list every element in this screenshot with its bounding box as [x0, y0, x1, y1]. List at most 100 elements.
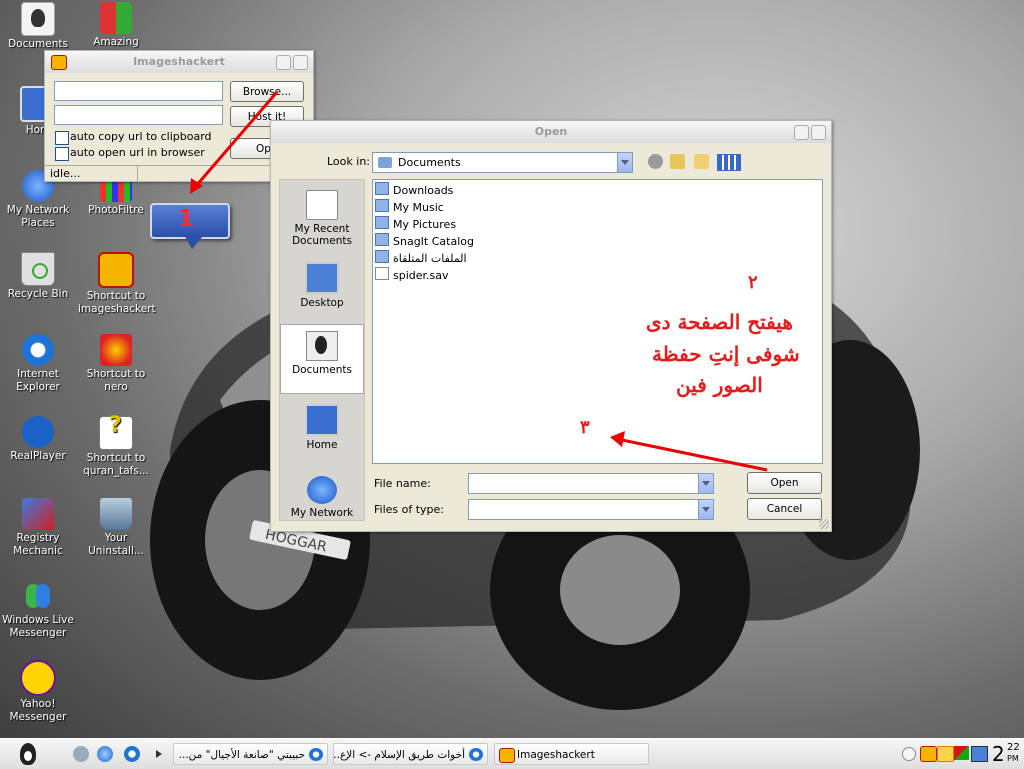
start-button[interactable] [14, 742, 42, 766]
place-label: My Recent Documents [292, 223, 352, 247]
desktop-icon-quran-shortcut[interactable]: ? Shortcut to quran_tafs... [78, 415, 154, 478]
desktop-icon-windows-live-messenger[interactable]: Windows Live Messenger [0, 580, 76, 640]
places-bar: My Recent Documents Desktop Documents Ho… [279, 179, 365, 521]
imageshackert-titlebar[interactable]: Imageshackert [45, 51, 313, 73]
system-tray: 2 22 PM [874, 739, 1024, 769]
files-of-type-label: Files of type: [374, 503, 445, 516]
back-arrow-icon[interactable] [648, 154, 663, 169]
task-label: حبيبتي "صانعة الأجيال" من... [178, 749, 305, 761]
imageshackert-title: Imageshackert [133, 55, 225, 68]
folder-icon [375, 182, 389, 195]
place-my-network[interactable]: My Network [280, 470, 364, 540]
auto-open-checkbox[interactable] [55, 147, 69, 161]
computer-icon [305, 404, 339, 436]
url-output-input[interactable] [54, 105, 223, 125]
list-item[interactable]: spider.sav [375, 267, 449, 284]
chevron-down-icon[interactable] [698, 474, 713, 493]
quick-launch-expand-icon[interactable] [156, 750, 162, 758]
desktop-icon-label: Internet Explorer [16, 368, 60, 393]
desktop-icon-label: Documents [8, 38, 68, 50]
help-button[interactable] [794, 125, 809, 140]
folder-icon [375, 250, 389, 263]
annotation-number-2: ٢ [748, 272, 758, 293]
place-label: My Network [290, 507, 354, 519]
look-in-label: Look in: [327, 155, 370, 168]
list-item[interactable]: My Pictures [375, 216, 456, 233]
desktop-icon-registry-mechanic[interactable]: Registry Mechanic [0, 498, 76, 558]
file-path-input[interactable] [54, 81, 223, 101]
desktop-icon-label: My Network Places [6, 204, 70, 229]
close-button[interactable] [811, 125, 826, 140]
tray-kaspersky-icon[interactable] [954, 746, 969, 760]
yahoo-smiley-icon [20, 660, 56, 696]
place-label: Home [306, 439, 338, 451]
taskbar-task-1[interactable]: حبيبتي "صانعة الأجيال" من... [173, 743, 328, 765]
auto-copy-checkbox[interactable] [55, 131, 69, 145]
cancel-button[interactable]: Cancel [747, 498, 822, 520]
desktop-icon-internet-explorer[interactable]: Internet Explorer [0, 334, 76, 394]
chevron-down-icon[interactable] [617, 153, 632, 172]
desktop-icon-recycle-bin[interactable]: Recycle Bin [0, 252, 76, 301]
desktop-icon-label: PhotoFiltre [88, 204, 144, 216]
chevron-down-icon[interactable] [698, 500, 713, 519]
place-my-recent-documents[interactable]: My Recent Documents [280, 184, 364, 254]
file-icon [375, 267, 389, 280]
callout-number: 1 [178, 206, 195, 232]
list-item[interactable]: الملفات المتلقاة [375, 250, 467, 267]
desktop-icon-amazing[interactable]: Amazing [78, 2, 154, 49]
desktop-icon-nero-shortcut[interactable]: Shortcut to nero [78, 334, 154, 394]
annotation-number-3: ٣ [580, 417, 590, 438]
documents-penguin-icon [306, 331, 338, 361]
desktop-icon-yahoo-messenger[interactable]: Yahoo! Messenger [0, 660, 76, 724]
look-in-value: Documents [398, 156, 461, 169]
close-button[interactable] [293, 55, 308, 70]
documents-icon [21, 2, 55, 36]
quick-launch-globe-icon[interactable] [97, 746, 113, 762]
desktop-icon-label: Recycle Bin [7, 288, 69, 300]
desktop-icon-your-uninstall[interactable]: Your Uninstall... [78, 498, 154, 558]
tray-collapse-icon[interactable] [902, 747, 916, 761]
quick-launch-ie-icon[interactable] [124, 746, 140, 762]
look-in-combo[interactable]: Documents [372, 152, 633, 173]
taskbar-task-imageshackert[interactable]: Imageshackert [494, 743, 649, 765]
place-desktop[interactable]: Desktop [280, 256, 364, 326]
clock-ampm: PM [1007, 754, 1019, 763]
file-name: SnagIt Catalog [393, 235, 474, 248]
folder-icon [375, 233, 389, 246]
penguin-start-icon [20, 743, 36, 765]
list-item[interactable]: My Music [375, 199, 444, 216]
open-button[interactable]: Open [747, 472, 822, 494]
open-dialog-title: Open [534, 125, 568, 138]
files-of-type-select[interactable] [468, 499, 714, 520]
browse-button[interactable]: Browse... [230, 81, 304, 102]
desktop-icon-label: Shortcut to nero [86, 368, 146, 393]
resize-grip-icon[interactable] [819, 519, 829, 529]
realplayer-icon [22, 416, 54, 448]
annotation-arabic-line3: الصور فين [676, 373, 763, 397]
place-home[interactable]: Home [280, 398, 364, 468]
file-name-input[interactable] [468, 473, 714, 494]
quick-launch-shield-icon[interactable] [73, 746, 89, 762]
tray-mail-icon[interactable] [937, 746, 954, 762]
task-label: أخوات طريق الإسلام -> الإع... [333, 749, 465, 761]
tray-imageshack-icon[interactable] [920, 746, 937, 762]
ie-page-icon [469, 748, 483, 761]
tray-network-icon[interactable] [971, 746, 988, 762]
desktop-icon-imageshackert-shortcut[interactable]: Shortcut to imageshackert [78, 252, 156, 316]
imageshack-icon [98, 252, 134, 288]
open-dialog-titlebar[interactable]: Open [271, 121, 831, 143]
new-folder-icon[interactable] [694, 154, 709, 169]
list-item[interactable]: Downloads [375, 182, 453, 199]
desktop-icon-documents[interactable]: Documents [0, 2, 76, 51]
amazing-icon [100, 2, 132, 34]
desktop-icon-label: Registry Mechanic [13, 532, 63, 557]
list-item[interactable]: SnagIt Catalog [375, 233, 474, 250]
view-menu-icon[interactable] [717, 154, 741, 171]
place-documents[interactable]: Documents [280, 324, 364, 394]
file-name: My Pictures [393, 218, 457, 231]
taskbar-task-2[interactable]: أخوات طريق الإسلام -> الإع... [333, 743, 488, 765]
desktop-icon-realplayer[interactable]: RealPlayer [0, 416, 76, 463]
task-label: Imageshackert [517, 749, 595, 761]
minimize-button[interactable] [276, 55, 291, 70]
up-folder-icon[interactable] [670, 154, 685, 169]
